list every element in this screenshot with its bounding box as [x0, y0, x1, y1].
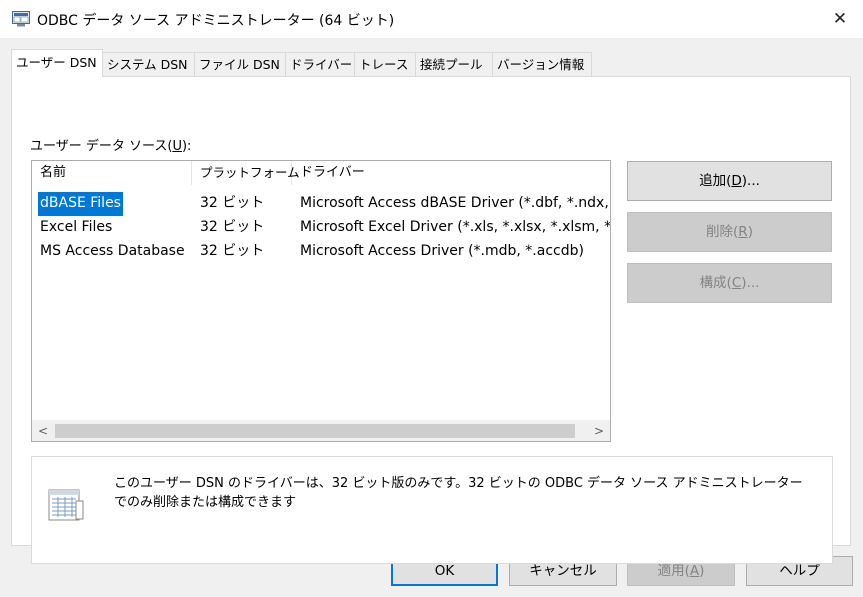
- dialog-client-area: ユーザー DSN システム DSN ファイル DSN ドライバー トレース 接続…: [0, 38, 863, 597]
- column-header-platform[interactable]: プラットフォーム: [192, 161, 300, 185]
- tab-label: ドライバー: [290, 57, 353, 72]
- column-header-driver[interactable]: ドライバー: [292, 161, 610, 185]
- configure-button[interactable]: 構成(C)...: [627, 263, 832, 303]
- tab-file-dsn[interactable]: ファイル DSN: [194, 52, 286, 76]
- close-icon: ✕: [832, 9, 848, 29]
- tab-label: ファイル DSN: [199, 57, 280, 72]
- tab-tracing[interactable]: トレース: [354, 52, 416, 76]
- column-header-name[interactable]: 名前: [32, 161, 192, 185]
- scrollbar-thumb[interactable]: [55, 424, 575, 438]
- label-text: ユーザー データ ソース(: [30, 139, 173, 154]
- data-source-platform: 32 ビット: [200, 195, 265, 211]
- label-hotkey: U: [172, 139, 182, 154]
- button-text: 削除(: [706, 224, 739, 240]
- info-box: このユーザー DSN のドライバーは、32 ビット版のみです。32 ビットの O…: [31, 456, 833, 564]
- info-message: このユーザー DSN のドライバーは、32 ビット版のみです。32 ビットの O…: [114, 476, 803, 510]
- data-source-driver: Microsoft Access Driver (*.mdb, *.accdb): [300, 243, 584, 259]
- button-text: 適用(: [657, 563, 690, 579]
- tab-label: バージョン情報: [497, 57, 585, 72]
- button-suffix: ): [747, 224, 753, 240]
- list-item[interactable]: Excel Files 32 ビット Microsoft Excel Drive…: [32, 216, 610, 240]
- data-source-name: MS Access Database: [40, 243, 185, 259]
- list-item[interactable]: dBASE Files 32 ビット Microsoft Access dBAS…: [32, 192, 610, 216]
- scroll-left-icon[interactable]: <: [32, 421, 54, 441]
- label-suffix: ):: [181, 139, 192, 154]
- tab-label: トレース: [359, 57, 409, 72]
- tab-panel-user-dsn: ユーザー データ ソース(U): 名前 プラットフォーム ドライバー dBASE…: [11, 76, 851, 564]
- tab-drivers[interactable]: ドライバー: [285, 52, 355, 76]
- tab-label: システム DSN: [107, 57, 188, 72]
- button-suffix: ): [699, 563, 705, 579]
- tab-about[interactable]: バージョン情報: [492, 52, 592, 76]
- add-button[interactable]: 追加(D)...: [627, 161, 832, 201]
- data-source-list[interactable]: 名前 プラットフォーム ドライバー dBASE Files 32 ビット Mic…: [31, 160, 611, 442]
- tab-user-dsn[interactable]: ユーザー DSN: [11, 49, 103, 77]
- data-source-platform: 32 ビット: [200, 243, 265, 259]
- tab-connection-pooling[interactable]: 接続プール: [415, 52, 493, 76]
- odbc-app-icon: [12, 11, 30, 27]
- list-header: 名前 プラットフォーム ドライバー: [32, 161, 610, 185]
- window-title: ODBC データ ソース アドミニストレーター (64 ビット): [37, 13, 395, 29]
- user-data-sources-label: ユーザー データ ソース(U):: [30, 135, 191, 154]
- button-hotkey: D: [731, 173, 742, 189]
- button-suffix: )...: [741, 275, 760, 291]
- data-source-platform: 32 ビット: [200, 219, 265, 235]
- data-source-name: Excel Files: [40, 219, 113, 235]
- button-text: 構成(: [699, 275, 732, 291]
- tab-system-dsn[interactable]: システム DSN: [102, 52, 195, 76]
- button-hotkey: R: [738, 224, 748, 240]
- data-source-icon: [48, 489, 84, 521]
- button-hotkey: C: [731, 275, 742, 291]
- scroll-right-icon[interactable]: >: [588, 421, 610, 441]
- button-text: 追加(: [699, 173, 732, 189]
- horizontal-scrollbar[interactable]: < >: [32, 420, 610, 441]
- button-hotkey: A: [689, 563, 700, 579]
- data-source-name: dBASE Files: [38, 192, 123, 216]
- button-suffix: )...: [741, 173, 760, 189]
- data-source-driver: Microsoft Access dBASE Driver (*.dbf, *.…: [300, 195, 610, 211]
- title-bar[interactable]: ODBC データ ソース アドミニストレーター (64 ビット) ✕: [0, 0, 863, 38]
- list-item[interactable]: MS Access Database 32 ビット Microsoft Acce…: [32, 240, 610, 264]
- tab-label: 接続プール: [420, 57, 483, 72]
- remove-button[interactable]: 削除(R): [627, 212, 832, 252]
- tab-label: ユーザー DSN: [16, 55, 97, 70]
- close-button[interactable]: ✕: [817, 0, 863, 38]
- data-source-driver: Microsoft Excel Driver (*.xls, *.xlsx, *…: [300, 219, 610, 235]
